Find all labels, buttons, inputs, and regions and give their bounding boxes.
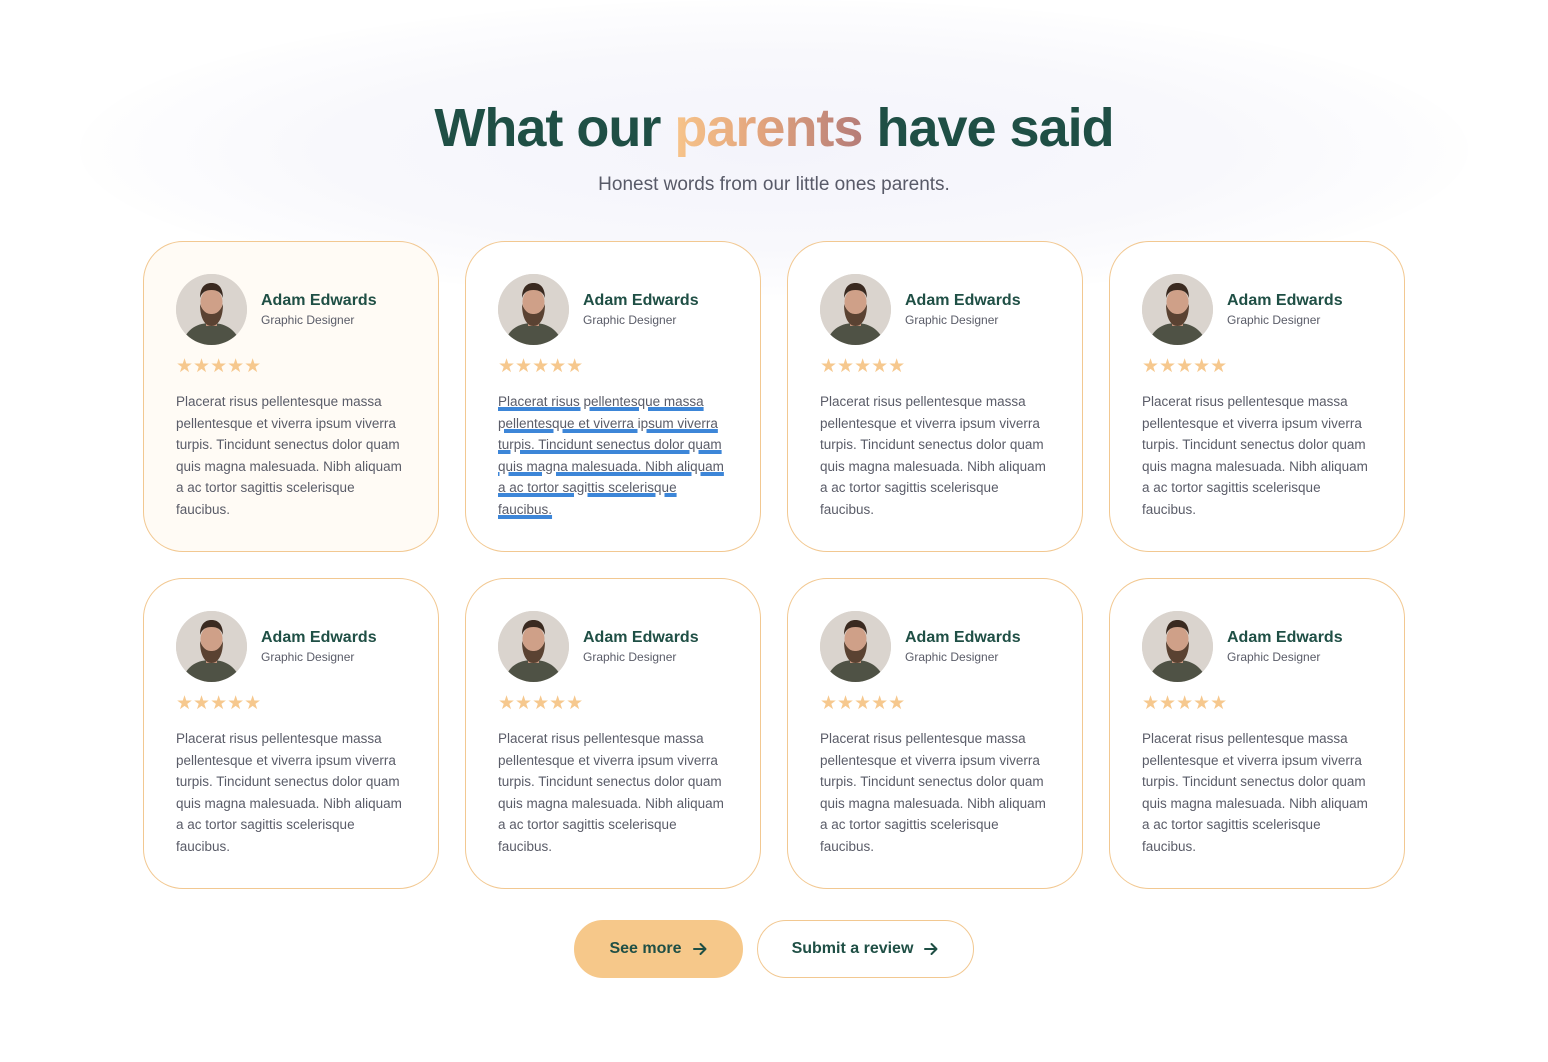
avatar <box>820 273 891 345</box>
title-accent: parents <box>674 98 863 158</box>
person-info: Adam Edwards Graphic Designer <box>905 291 1021 328</box>
testimonial-card[interactable]: Adam Edwards Graphic Designer ★★★★★ Plac… <box>465 578 761 889</box>
star-icons: ★★★★★ <box>498 692 584 714</box>
reviewer-name: Adam Edwards <box>261 291 377 309</box>
card-header: Adam Edwards Graphic Designer <box>820 610 1050 682</box>
person-info: Adam Edwards Graphic Designer <box>261 291 377 328</box>
card-header: Adam Edwards Graphic Designer <box>1142 610 1372 682</box>
star-rating: ★★★★★ <box>498 355 728 377</box>
star-rating: ★★★★★ <box>1142 355 1372 377</box>
star-rating: ★★★★★ <box>498 692 728 714</box>
card-header: Adam Edwards Graphic Designer <box>176 610 406 682</box>
star-icons: ★★★★★ <box>1142 355 1228 377</box>
title-start: What our <box>434 98 661 158</box>
see-more-button[interactable]: See more <box>574 920 743 978</box>
person-info: Adam Edwards Graphic Designer <box>1227 291 1343 328</box>
testimonial-card[interactable]: Adam Edwards Graphic Designer ★★★★★ Plac… <box>1109 241 1405 552</box>
star-icons: ★★★★★ <box>176 692 262 714</box>
reviewer-role: Graphic Designer <box>583 649 677 664</box>
reviewer-name: Adam Edwards <box>583 291 699 309</box>
action-buttons: See more Submit a review <box>0 920 1548 978</box>
section-title: What our parents have said <box>0 96 1548 160</box>
star-rating: ★★★★★ <box>820 692 1050 714</box>
person-info: Adam Edwards Graphic Designer <box>1227 628 1343 665</box>
card-header: Adam Edwards Graphic Designer <box>820 273 1050 345</box>
reviewer-name: Adam Edwards <box>261 628 377 646</box>
person-info: Adam Edwards Graphic Designer <box>905 628 1021 665</box>
star-rating: ★★★★★ <box>176 692 406 714</box>
avatar <box>820 610 891 682</box>
reviewer-role: Graphic Designer <box>1227 312 1321 327</box>
star-icons: ★★★★★ <box>498 355 584 377</box>
testimonial-card[interactable]: Adam Edwards Graphic Designer ★★★★★ Plac… <box>465 241 761 552</box>
avatar <box>498 610 569 682</box>
reviewer-role: Graphic Designer <box>261 649 355 664</box>
testimonial-grid: Adam Edwards Graphic Designer ★★★★★ Plac… <box>143 241 1405 889</box>
section-subtitle: Honest words from our little ones parent… <box>598 174 950 195</box>
reviewer-role: Graphic Designer <box>905 649 999 664</box>
arrow-right-icon <box>692 941 708 957</box>
avatar <box>1142 610 1213 682</box>
card-header: Adam Edwards Graphic Designer <box>498 610 728 682</box>
star-icons: ★★★★★ <box>176 355 262 377</box>
reviewer-name: Adam Edwards <box>905 291 1021 309</box>
review-text-selected[interactable]: Placerat risus pellentesque massa pellen… <box>498 391 728 520</box>
review-text: Placerat risus pellentesque massa pellen… <box>176 394 402 517</box>
star-icons: ★★★★★ <box>820 355 906 377</box>
review-text: Placerat risus pellentesque massa pellen… <box>498 731 724 854</box>
review-text: Placerat risus pellentesque massa pellen… <box>820 394 1046 517</box>
avatar <box>176 610 247 682</box>
review-text: Placerat risus pellentesque massa pellen… <box>1142 731 1368 854</box>
testimonial-card[interactable]: Adam Edwards Graphic Designer ★★★★★ Plac… <box>787 578 1083 889</box>
person-info: Adam Edwards Graphic Designer <box>583 628 699 665</box>
testimonial-card[interactable]: Adam Edwards Graphic Designer ★★★★★ Plac… <box>787 241 1083 552</box>
card-header: Adam Edwards Graphic Designer <box>1142 273 1372 345</box>
card-header: Adam Edwards Graphic Designer <box>176 273 406 345</box>
card-header: Adam Edwards Graphic Designer <box>498 273 728 345</box>
arrow-right-icon <box>923 941 939 957</box>
star-icons: ★★★★★ <box>1142 692 1228 714</box>
star-rating: ★★★★★ <box>820 355 1050 377</box>
avatar <box>176 273 247 345</box>
testimonial-card[interactable]: Adam Edwards Graphic Designer ★★★★★ Plac… <box>143 241 439 552</box>
avatar <box>1142 273 1213 345</box>
reviewer-name: Adam Edwards <box>1227 291 1343 309</box>
reviewer-name: Adam Edwards <box>905 628 1021 646</box>
avatar <box>498 273 569 345</box>
person-info: Adam Edwards Graphic Designer <box>583 291 699 328</box>
reviewer-name: Adam Edwards <box>583 628 699 646</box>
review-text: Placerat risus pellentesque massa pellen… <box>176 731 402 854</box>
reviewer-role: Graphic Designer <box>583 312 677 327</box>
submit-review-label: Submit a review <box>791 940 914 957</box>
testimonial-card[interactable]: Adam Edwards Graphic Designer ★★★★★ Plac… <box>143 578 439 889</box>
reviewer-role: Graphic Designer <box>905 312 999 327</box>
submit-review-button[interactable]: Submit a review <box>757 920 974 978</box>
reviewer-role: Graphic Designer <box>261 312 355 327</box>
review-text: Placerat risus pellentesque massa pellen… <box>1142 394 1368 517</box>
person-info: Adam Edwards Graphic Designer <box>261 628 377 665</box>
title-end: have said <box>876 98 1114 158</box>
see-more-label: See more <box>609 940 682 957</box>
testimonials-section: What our parents have said Honest words … <box>0 0 1548 1062</box>
reviewer-role: Graphic Designer <box>1227 649 1321 664</box>
reviewer-name: Adam Edwards <box>1227 628 1343 646</box>
star-rating: ★★★★★ <box>176 355 406 377</box>
review-text: Placerat risus pellentesque massa pellen… <box>820 731 1046 854</box>
star-icons: ★★★★★ <box>820 692 906 714</box>
testimonial-card[interactable]: Adam Edwards Graphic Designer ★★★★★ Plac… <box>1109 578 1405 889</box>
star-rating: ★★★★★ <box>1142 692 1372 714</box>
